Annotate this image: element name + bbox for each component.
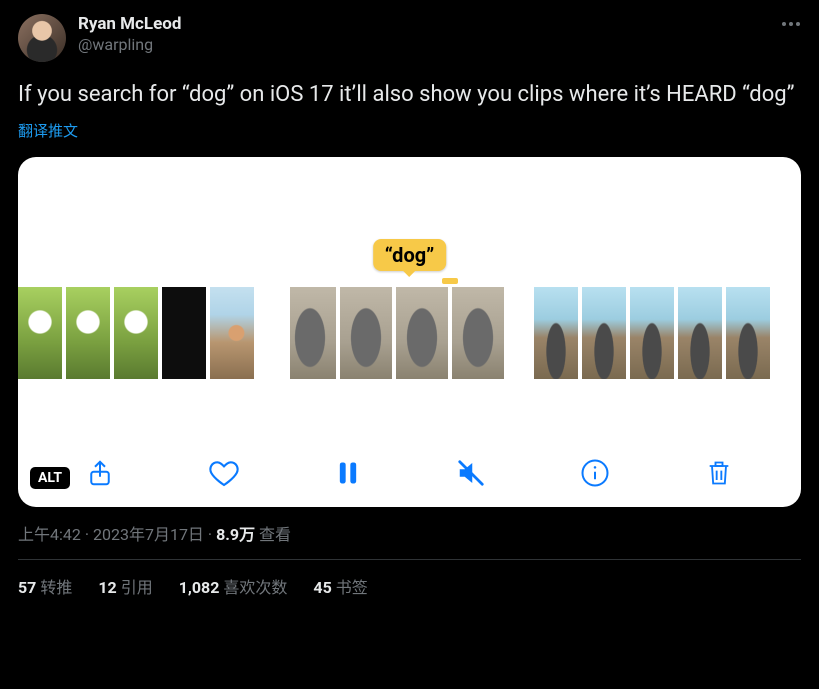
clip-thumbnail[interactable] xyxy=(340,287,392,379)
user-handle: @warpling xyxy=(78,35,181,55)
views-count: 8.9万 xyxy=(216,525,255,544)
display-name: Ryan McLeod xyxy=(78,14,181,35)
translate-link[interactable]: 翻译推文 xyxy=(18,120,801,141)
retweets-stat[interactable]: 57转推 xyxy=(18,574,72,598)
more-icon[interactable] xyxy=(773,14,801,34)
divider xyxy=(18,559,801,560)
clip-group[interactable] xyxy=(284,287,504,379)
tweet-date[interactable]: 2023年7月17日 xyxy=(93,525,204,544)
clip-thumbnail[interactable] xyxy=(114,287,158,379)
tweet: Ryan McLeod @warpling If you search for … xyxy=(18,14,801,598)
avatar[interactable] xyxy=(18,14,66,62)
clip-thumbnail[interactable] xyxy=(452,287,504,379)
clip-thumbnail[interactable] xyxy=(582,287,626,379)
info-icon[interactable] xyxy=(575,453,615,493)
video-timeline[interactable] xyxy=(18,287,801,379)
clip-group[interactable] xyxy=(18,287,254,379)
share-icon[interactable] xyxy=(80,453,120,493)
clip-thumbnail[interactable] xyxy=(210,287,254,379)
quotes-stat[interactable]: 12引用 xyxy=(98,574,152,598)
likes-stat[interactable]: 1,082喜欢次数 xyxy=(179,574,288,598)
clip-thumbnail[interactable] xyxy=(284,287,336,379)
tweet-text: If you search for “dog” on iOS 17 it’ll … xyxy=(18,80,801,110)
views-label: 查看 xyxy=(259,525,291,544)
clip-thumbnail[interactable] xyxy=(162,287,206,379)
clip-thumbnail[interactable] xyxy=(66,287,110,379)
search-tag-badge: “dog” xyxy=(373,239,447,271)
clip-thumbnail[interactable] xyxy=(534,287,578,379)
clip-thumbnail[interactable] xyxy=(726,287,770,379)
playhead-marker xyxy=(442,278,458,284)
tweet-stats: 57转推 12引用 1,082喜欢次数 45书签 xyxy=(18,574,801,598)
mute-icon[interactable] xyxy=(451,453,491,493)
tweet-meta: 上午4:42 · 2023年7月17日 · 8.9万 查看 xyxy=(18,521,801,545)
clip-group[interactable] xyxy=(534,287,770,379)
media-toolbar xyxy=(18,453,801,493)
alt-badge[interactable]: ALT xyxy=(30,467,70,489)
pause-icon[interactable] xyxy=(328,453,368,493)
media-attachment[interactable]: “dog” xyxy=(18,157,801,507)
clip-thumbnail[interactable] xyxy=(678,287,722,379)
clip-thumbnail[interactable] xyxy=(396,287,448,379)
tweet-header: Ryan McLeod @warpling xyxy=(18,14,801,62)
heart-icon[interactable] xyxy=(204,453,244,493)
tweet-time[interactable]: 上午4:42 xyxy=(18,525,81,544)
clip-thumbnail[interactable] xyxy=(18,287,62,379)
clip-thumbnail[interactable] xyxy=(630,287,674,379)
user-names[interactable]: Ryan McLeod @warpling xyxy=(78,14,181,55)
trash-icon[interactable] xyxy=(699,453,739,493)
bookmarks-stat[interactable]: 45书签 xyxy=(313,574,367,598)
